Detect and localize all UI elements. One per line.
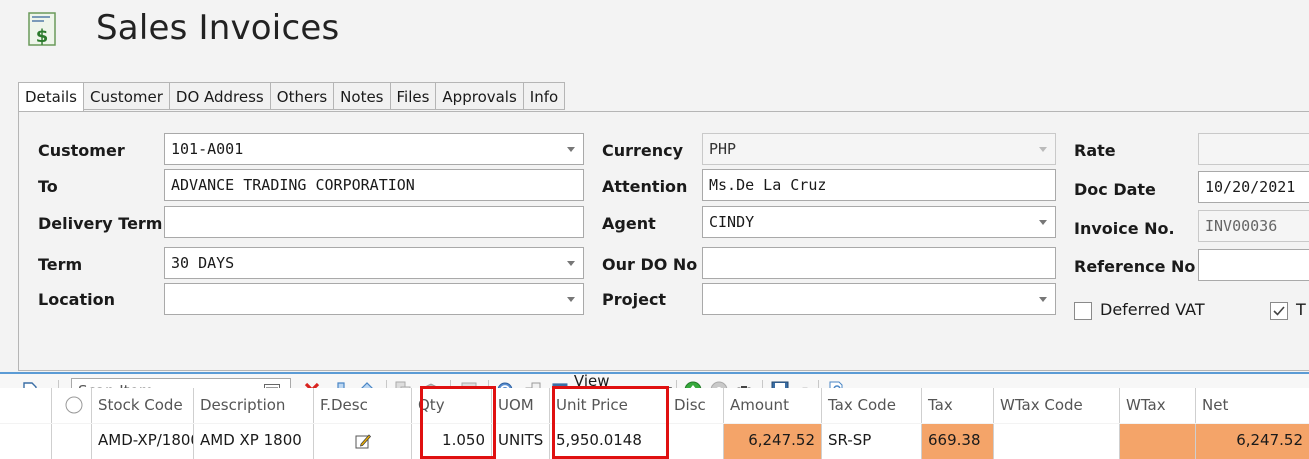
term-field[interactable]: 30 DAYS (164, 247, 584, 279)
row-select-cell[interactable] (52, 424, 92, 459)
agent-value: CINDY (709, 213, 755, 231)
col-net[interactable]: Net (1196, 388, 1309, 423)
invoice-no-value: INV00036 (1205, 217, 1278, 235)
row-indicator[interactable] (0, 424, 52, 459)
chevron-down-icon[interactable] (1039, 297, 1047, 302)
cell-tax-code[interactable]: SR-SP (822, 424, 922, 459)
svg-text:$: $ (36, 26, 49, 47)
cell-stock-code[interactable]: AMD-XP/1800 (92, 424, 194, 459)
cell-tax[interactable]: 669.38 (922, 424, 994, 459)
project-field[interactable] (702, 283, 1056, 315)
truncated-checkbox[interactable] (1270, 302, 1288, 320)
col-tax[interactable]: Tax (922, 388, 994, 423)
to-label: To (38, 177, 58, 196)
page-title: Sales Invoices (96, 8, 340, 48)
truncated-checkbox-label: T (1296, 300, 1306, 319)
currency-value: PHP (709, 140, 737, 158)
tab-do-address[interactable]: DO Address (169, 82, 271, 110)
cell-disc[interactable] (668, 424, 724, 459)
term-label: Term (38, 255, 83, 274)
customer-field[interactable]: 101-A001 (164, 133, 584, 165)
attention-label: Attention (602, 177, 688, 196)
reference-no-label: Reference No (1074, 257, 1196, 276)
chevron-down-icon (1039, 147, 1047, 152)
col-uom[interactable]: UOM (492, 388, 550, 423)
col-amount[interactable]: Amount (724, 388, 822, 423)
col-disc[interactable]: Disc (668, 388, 724, 423)
cell-description[interactable]: AMD XP 1800 (194, 424, 314, 459)
project-label: Project (602, 290, 667, 309)
delivery-term-label: Delivery Term (38, 214, 163, 233)
reference-no-field[interactable] (1198, 249, 1309, 281)
attention-value: Ms.De La Cruz (709, 176, 827, 194)
tab-details[interactable]: Details (18, 82, 85, 113)
cell-amount[interactable]: 6,247.52 (724, 424, 822, 459)
delivery-term-field[interactable] (164, 206, 584, 238)
deferred-vat-checkbox[interactable] (1074, 302, 1092, 320)
tab-files[interactable]: Files (390, 82, 437, 110)
col-stock-code[interactable]: Stock Code (92, 388, 194, 423)
currency-label: Currency (602, 141, 684, 160)
to-value: ADVANCE TRADING CORPORATION (171, 176, 415, 194)
doc-date-value: 10/20/2021 (1205, 178, 1296, 196)
our-do-no-field[interactable] (702, 247, 1056, 279)
cell-wtax[interactable] (1120, 424, 1196, 459)
cell-f-desc[interactable] (314, 424, 412, 459)
term-value: 30 DAYS (171, 254, 235, 272)
to-field[interactable]: ADVANCE TRADING CORPORATION (164, 169, 584, 201)
location-field[interactable] (164, 283, 584, 315)
location-label: Location (38, 290, 115, 309)
invoice-no-label: Invoice No. (1074, 219, 1175, 238)
cell-uom[interactable]: UNITS (492, 424, 550, 459)
grid-indicator-header (0, 388, 52, 423)
tab-customer[interactable]: Customer (84, 82, 170, 110)
invoice-dollar-icon: $ (28, 12, 58, 48)
invoice-no-field: INV00036 (1198, 210, 1309, 242)
doc-date-field[interactable]: 10/20/2021 (1198, 171, 1309, 203)
our-do-no-label: Our DO No (602, 255, 698, 274)
col-wtax-code[interactable]: WTax Code (994, 388, 1120, 423)
chevron-down-icon[interactable] (567, 297, 575, 302)
checkmark-icon (1273, 306, 1285, 316)
chevron-down-icon[interactable] (567, 147, 575, 152)
unit-price-highlight-box (552, 386, 669, 459)
radio-icon (65, 396, 83, 414)
doc-date-label: Doc Date (1074, 180, 1156, 199)
customer-value: 101-A001 (171, 140, 244, 158)
cell-net[interactable]: 6,247.52 (1196, 424, 1309, 459)
tab-approvals[interactable]: Approvals (436, 82, 524, 110)
tab-notes[interactable]: Notes (334, 82, 391, 110)
rate-label: Rate (1074, 141, 1116, 160)
col-wtax[interactable]: WTax (1120, 388, 1196, 423)
chevron-down-icon[interactable] (567, 261, 575, 266)
currency-field: PHP (702, 133, 1056, 165)
cell-wtax-code[interactable] (994, 424, 1120, 459)
col-f-desc[interactable]: F.Desc (314, 388, 412, 423)
tab-others[interactable]: Others (270, 82, 335, 110)
col-tax-code[interactable]: Tax Code (822, 388, 922, 423)
rate-field (1198, 133, 1309, 165)
tab-info[interactable]: Info (523, 82, 566, 110)
attention-field[interactable]: Ms.De La Cruz (702, 169, 1056, 201)
edit-note-icon[interactable] (354, 432, 372, 450)
customer-label: Customer (38, 141, 125, 160)
col-description[interactable]: Description (194, 388, 314, 423)
tab-bar: Details Customer DO Address Others Notes… (18, 82, 566, 113)
grid-select-header[interactable] (52, 388, 92, 423)
deferred-vat-label: Deferred VAT (1100, 300, 1205, 319)
chevron-down-icon[interactable] (1039, 220, 1047, 225)
agent-field[interactable]: CINDY (702, 206, 1056, 238)
agent-label: Agent (602, 214, 656, 233)
qty-highlight-box (420, 386, 496, 459)
